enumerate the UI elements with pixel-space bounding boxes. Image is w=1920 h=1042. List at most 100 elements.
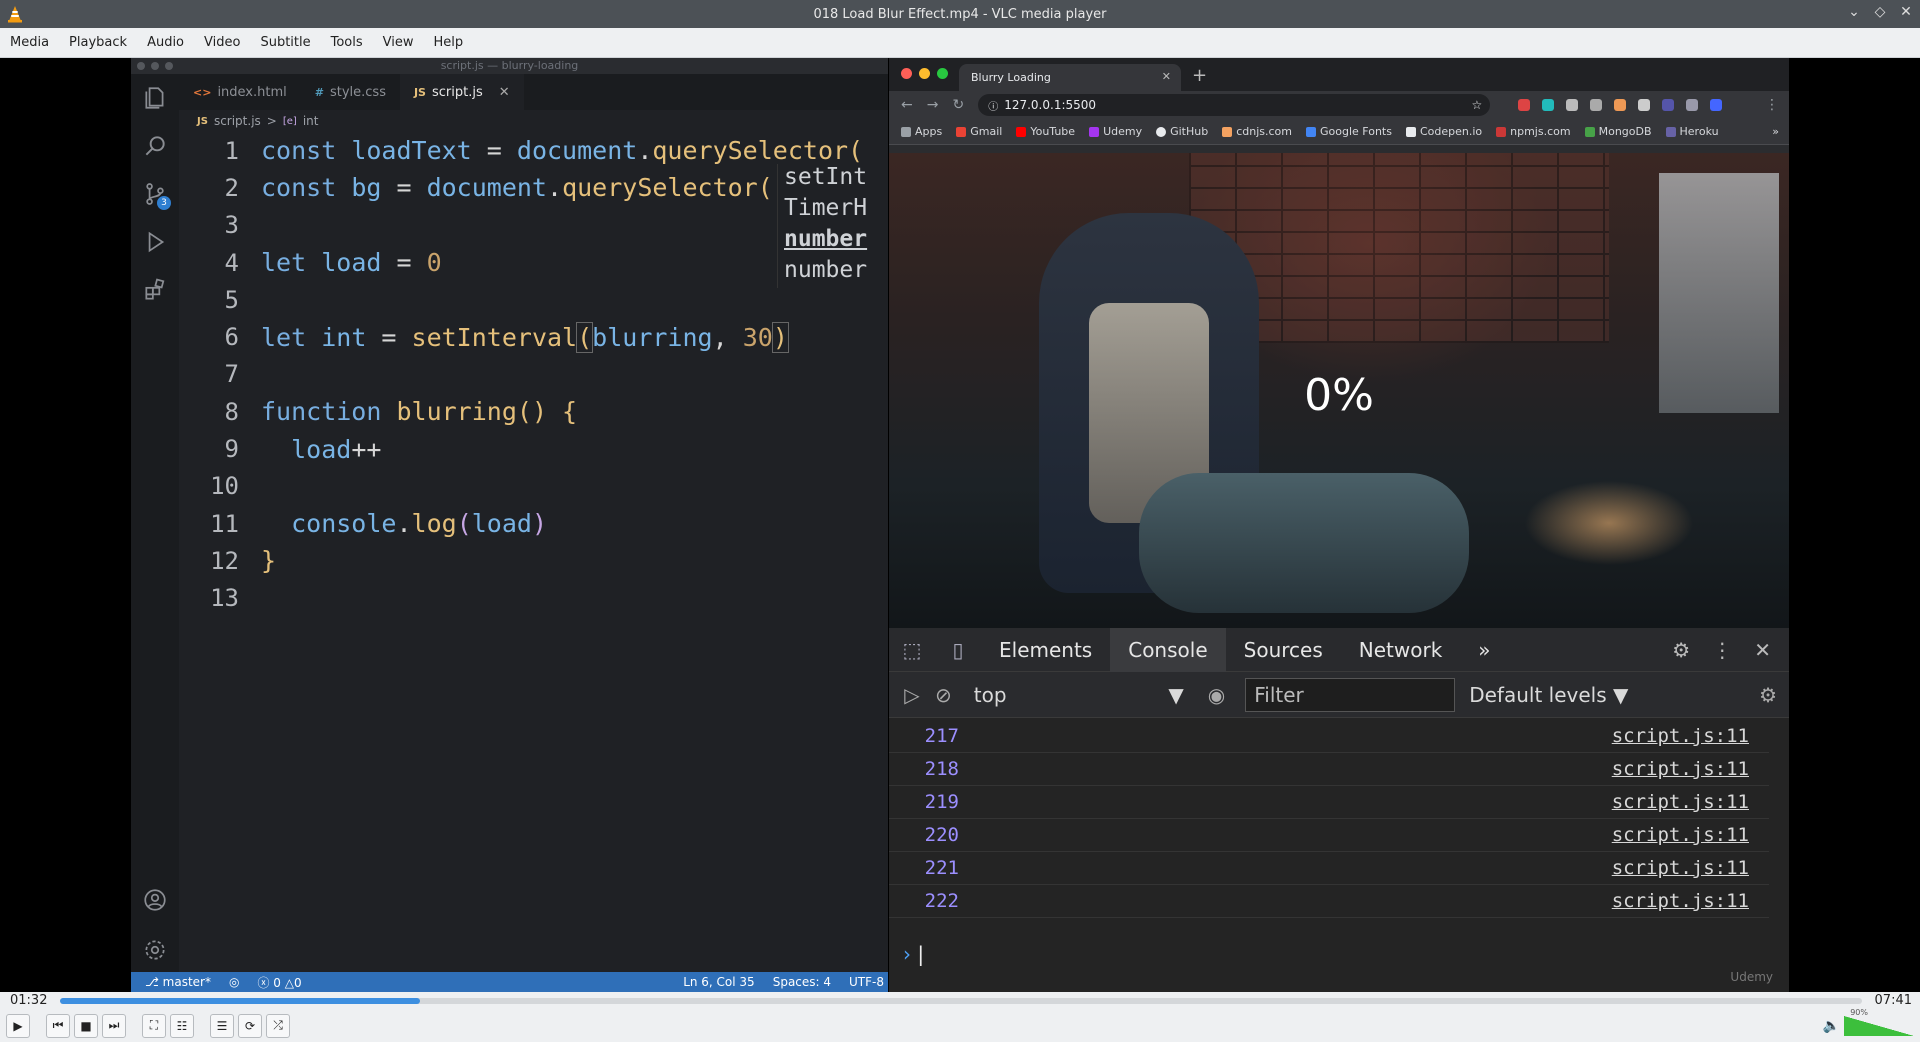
code-line: 7 [224,360,239,389]
search-icon [131,122,179,170]
close-devtools-icon: ✕ [1754,637,1771,662]
new-tab-icon: + [1192,65,1208,86]
previous-button[interactable]: ⏮ [46,1013,70,1038]
star-icon: ☆ [1471,98,1483,112]
volume-slider[interactable] [1844,1016,1914,1036]
js-file-icon: JS [413,85,426,99]
minimize-icon[interactable]: ⌄ [1846,4,1862,20]
bookmark: Udemy [1089,125,1142,138]
udemy-watermark: Udemy [1730,970,1773,984]
extensions-row [1518,99,1723,111]
menu-subtitle[interactable]: Subtitle [250,35,320,50]
speaker-icon[interactable]: 🔈 [1823,1018,1840,1034]
bookmark: cdnjs.com [1222,125,1292,138]
menu-help[interactable]: Help [424,35,474,50]
seek-bar-row: 01:32 07:41 [0,992,1920,1009]
extensions-icon [131,266,179,314]
fullscreen-icon: ⛶ [149,1018,159,1032]
more-icon: ⋮ [1765,97,1779,113]
menu-media[interactable]: Media [0,35,59,50]
source-link: script.js:11 [1611,758,1749,780]
code-line: 11 console. log(load) [210,509,548,539]
menu-playback[interactable]: Playback [59,35,137,50]
next-button[interactable]: ⏭ [102,1013,126,1038]
equalizer-icon: ☷ [176,1018,188,1033]
close-icon[interactable]: ✕ [1898,4,1914,20]
source-link: script.js:11 [1611,890,1749,912]
address-bar: ⓘ 127.0.0.1:5500 ☆ [978,94,1491,116]
run-debug-icon [131,218,179,266]
mongodb-icon [1584,126,1595,137]
more-bookmarks-icon: » [1772,125,1779,138]
log-levels-dropdown: Default levels ▼ [1469,682,1629,707]
tab-index-html: <> index.html [179,74,301,110]
console-prompt: › | [903,942,925,966]
kebab-menu-icon: ⋮ [1712,637,1733,662]
maximize-icon[interactable]: ◇ [1872,4,1888,20]
bookmark: MongoDB [1584,125,1652,138]
console-settings-icon: ⚙ [1759,682,1777,707]
html-file-icon: <> [193,85,212,99]
menu-view[interactable]: View [373,35,424,50]
previous-icon: ⏮ [52,1018,64,1032]
settings-gear-icon: ⚙ [1672,637,1691,662]
tab-elements: Elements [999,637,1093,662]
playlist-button[interactable]: ☰ [210,1013,234,1038]
code-line: 9 load ++ [224,434,382,464]
source-link: script.js:11 [1611,791,1749,813]
google-fonts-icon [1306,126,1316,137]
fullscreen-button[interactable]: ⛶ [142,1013,166,1038]
tab-label: index.html [217,84,287,100]
tab-label: style.css [329,84,386,100]
dropdown-arrow-icon: ▼ [1168,682,1184,707]
sidebar-toggle-icon: ▷ [904,682,920,707]
menu-audio[interactable]: Audio [137,35,194,50]
total-duration: 07:41 [1874,993,1912,1008]
breadcrumb-separator: > [266,114,277,128]
inspect-icon: ⬚ [902,637,922,662]
github-icon [1156,126,1167,137]
vscode-title-bar: script.js — blurry-loading [131,58,888,74]
stop-button[interactable]: ■ [74,1013,98,1038]
vscode-status-bar: ⎇ master* ◎ ⓧ 0 △0 Ln 6, Col 35 Spaces: … [131,972,888,992]
console-message: 222 script.js:11 [889,885,1769,918]
back-icon: ← [901,97,913,113]
stop-icon: ■ [80,1018,92,1033]
tab-script-js: JS script.js ✕ [399,74,524,110]
branch-indicator: ⎇ master* [145,975,211,989]
bookmark: YouTube [1016,125,1075,138]
play-icon: ▶ [13,1018,23,1033]
symbol-icon: [e] [282,115,297,127]
play-button[interactable]: ▶ [6,1013,30,1038]
loading-percentage: 0% [1304,370,1374,421]
source-link: script.js:11 [1611,725,1749,747]
git-branch-icon: ⎇ [145,975,163,989]
video-area[interactable]: script.js — blurry-loading 3 <> index.ht… [0,58,1920,992]
encoding: UTF-8 [849,975,884,989]
menu-video[interactable]: Video [194,35,250,50]
bookmarks-bar: Apps Gmail YouTube Udemy GitHub cdnjs.co… [889,119,1789,145]
account-icon [131,876,179,924]
bookmark: npmjs.com [1496,125,1571,138]
seek-slider[interactable] [60,998,1862,1004]
activity-bar: 3 [131,74,179,976]
apps-icon [901,126,911,137]
vscode-window: script.js — blurry-loading 3 <> index.ht… [131,58,888,992]
volume-control[interactable]: 🔈 90% [1823,1008,1914,1036]
code-line: 12} [210,546,277,576]
bookmark: Heroku [1665,125,1719,138]
more-tabs-icon: » [1478,637,1491,662]
grinding-machine [1139,473,1469,613]
console-log-list: 217 script.js:11 218 script.js:11 219 scrip… [889,720,1769,918]
vscode-title: script.js — blurry-loading [440,59,579,72]
shuffle-button[interactable]: ⤮ [266,1013,290,1038]
breadcrumb-file: script.js [213,114,261,128]
bookmark: Gmail [956,125,1002,138]
seek-progress [60,998,421,1004]
loop-button[interactable]: ⟳ [238,1013,262,1038]
extended-settings-button[interactable]: ☷ [170,1013,194,1038]
devtools-tab-bar: ⬚ ▯ Elements Console Sources Network » ⚙… [889,627,1789,672]
menu-tools[interactable]: Tools [321,35,373,50]
udemy-icon [1089,126,1100,137]
zoom-dot-icon [937,68,948,79]
